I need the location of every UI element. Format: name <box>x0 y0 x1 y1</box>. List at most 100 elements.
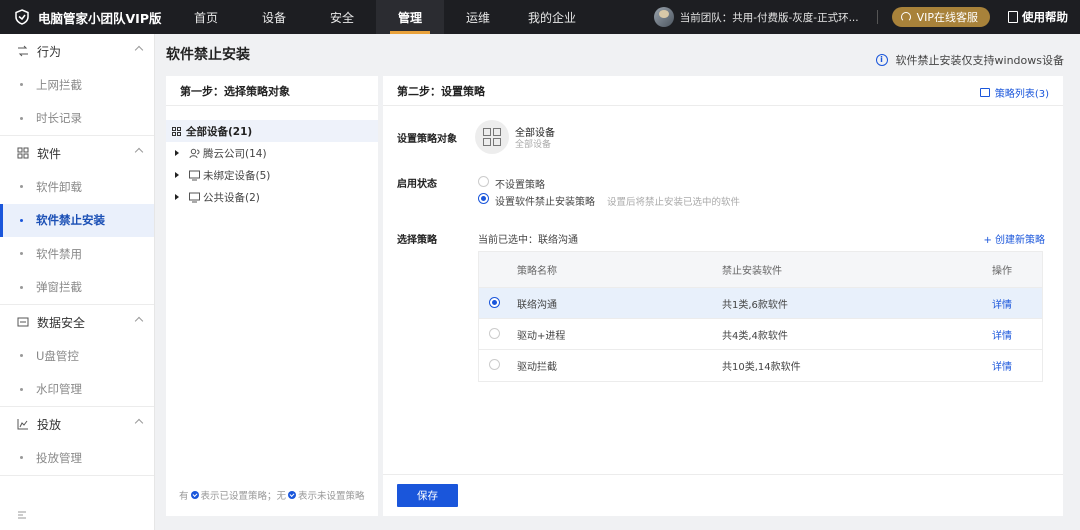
sidebar-item-usb-control[interactable]: U盘管控 <box>0 339 154 373</box>
details-link[interactable]: 详情 <box>992 300 1012 311</box>
sidebar-item-software-disable[interactable]: 软件禁用 <box>0 237 154 271</box>
row-radio[interactable] <box>489 359 500 370</box>
tree-node-public-devices[interactable]: 公共设备(2) <box>166 186 378 208</box>
select-policy-label: 选择策略 <box>397 235 437 246</box>
page-title: 软件禁止安装 <box>166 47 250 63</box>
chevron-up-icon <box>134 316 144 326</box>
legend-text: 表示已设置策略；无 <box>200 491 287 502</box>
header-blocked-software: 禁止安装软件 <box>722 266 782 277</box>
document-icon <box>1008 11 1018 23</box>
chevron-up-icon <box>134 147 144 157</box>
sidebar-item-label: U盘管控 <box>36 348 79 363</box>
app-title: 电脑管家小团队VIP版 <box>38 10 162 26</box>
policy-unset-badge-icon <box>288 491 297 499</box>
legend-text: 表示未设置策略 <box>298 491 365 502</box>
bullet-dot <box>20 218 23 222</box>
current-selection: 当前已选中：联络沟通 <box>478 235 578 246</box>
collapse-sidebar-icon[interactable] <box>17 510 27 520</box>
divider <box>383 474 1063 475</box>
sidebar-group-label: 数据安全 <box>37 315 86 330</box>
blocked-software: 共1类,6款软件 <box>722 299 788 311</box>
policy-legend: 有 表示已设置策略；无 表示未设置策略 <box>179 488 365 502</box>
row-radio[interactable] <box>489 328 500 339</box>
all-devices-grid-icon <box>475 120 509 154</box>
sidebar-item-popup-block[interactable]: 弹窗拦截 <box>0 271 154 305</box>
details-link[interactable]: 详情 <box>992 331 1012 342</box>
sidebar-item-watermark[interactable]: 水印管理 <box>0 373 154 407</box>
sidebar-item-deploy-management[interactable]: 投放管理 <box>0 441 154 475</box>
nav-my-enterprise[interactable]: 我的企业 <box>512 0 592 34</box>
step1-panel: 第一步：选择策略对象 全部设备(21) 腾云公司(14) 未绑定设备(5) 公共… <box>166 76 378 516</box>
create-policy-link[interactable]: + 创建新策略 <box>983 231 1045 246</box>
tree-node-label: 腾云公司(14) <box>203 147 267 160</box>
policy-name: 驱动拦截 <box>517 362 557 373</box>
main-nav: 首页 设备 安全 管理 运维 我的企业 <box>172 0 592 34</box>
expand-arrow-icon[interactable] <box>175 194 179 200</box>
nav-devices[interactable]: 设备 <box>240 0 308 34</box>
step2-header: 第二步：设置策略 策略列表(3) <box>383 76 1063 106</box>
row-radio[interactable] <box>489 297 500 308</box>
sidebar-item-web-block[interactable]: 上网拦截 <box>0 68 154 102</box>
expand-arrow-icon[interactable] <box>175 172 179 178</box>
help-button[interactable]: 使用帮助 <box>1008 9 1068 25</box>
sidebar-group-behavior[interactable]: 行为 <box>0 34 154 68</box>
vip-support-button[interactable]: VIP在线客服 <box>891 7 990 27</box>
nav-management[interactable]: 管理 <box>376 0 444 34</box>
brand[interactable]: 电脑管家小团队VIP版 <box>0 8 172 27</box>
table-row[interactable]: 联络沟通 共1类,6款软件 详情 <box>479 288 1042 319</box>
sidebar-item-label: 弹窗拦截 <box>36 280 82 295</box>
monitor-icon <box>189 170 200 180</box>
tree-node-unbound-devices[interactable]: 未绑定设备(5) <box>166 164 378 186</box>
sidebar-group-deploy[interactable]: 投放 <box>0 407 154 441</box>
status-label: 启用状态 <box>397 179 437 190</box>
divider <box>876 10 878 24</box>
table-row[interactable]: 驱动拦截 共10类,14款软件 详情 <box>479 350 1042 381</box>
current-team[interactable]: 当前团队：共用-付费版-灰度-正式环... <box>680 10 859 25</box>
radio-no-policy[interactable] <box>478 176 489 187</box>
step2-title: 第二步：设置策略 <box>397 84 485 98</box>
sidebar-group-software[interactable]: 软件 <box>0 136 154 170</box>
radio-set-install-block[interactable] <box>478 193 489 204</box>
option-no-policy[interactable]: 不设置策略 <box>495 176 545 191</box>
bullet-dot <box>20 252 23 256</box>
blocked-software: 共10类,14款软件 <box>722 362 801 373</box>
policy-table: 策略名称 禁止安装软件 操作 联络沟通 共1类,6款软件 详情 驱动+进程 共4… <box>478 251 1043 382</box>
sidebar-item-label: 软件卸载 <box>36 179 82 194</box>
save-button[interactable]: 保存 <box>397 484 458 507</box>
details-link[interactable]: 详情 <box>992 362 1012 373</box>
sidebar-item-label: 时长记录 <box>36 111 82 126</box>
tree-node-company[interactable]: 腾云公司(14) <box>166 142 378 164</box>
sidebar-group-data-security[interactable]: 数据安全 <box>0 305 154 339</box>
windows-only-notice: i 软件禁止安装仅支持windows设备 <box>875 52 1064 68</box>
avatar[interactable] <box>653 7 674 27</box>
bullet-dot <box>20 285 23 289</box>
option-set-install-block[interactable]: 设置软件禁止安装策略 <box>495 193 595 208</box>
policy-list-link[interactable]: 策略列表(3) <box>979 85 1049 100</box>
list-icon <box>979 88 990 97</box>
policy-name: 联络沟通 <box>517 299 557 311</box>
info-icon: i <box>875 54 888 66</box>
sidebar-item-software-install-block[interactable]: 软件禁止安装 <box>0 203 154 237</box>
step2-panel: 第二步：设置策略 策略列表(3) 设置策略对象 全部设备 全部设备 启用状态 不… <box>383 76 1063 516</box>
vip-support-label: VIP在线客服 <box>916 11 978 24</box>
header-actions: 操作 <box>992 266 1012 277</box>
bullet-dot <box>20 83 23 87</box>
nav-security[interactable]: 安全 <box>308 0 376 34</box>
sidebar-item-software-uninstall[interactable]: 软件卸载 <box>0 170 154 204</box>
legend-text: 有 <box>179 491 189 502</box>
sidebar: 行为 上网拦截 时长记录 软件 软件卸载 软件禁止安装 软件禁用 弹窗拦截 数据… <box>0 34 155 530</box>
bullet-dot <box>20 116 23 120</box>
sidebar-group-label: 投放 <box>37 417 62 432</box>
nav-home[interactable]: 首页 <box>172 0 240 34</box>
header-spacer <box>479 252 517 287</box>
nav-operations[interactable]: 运维 <box>444 0 512 34</box>
table-row[interactable]: 驱动+进程 共4类,4款软件 详情 <box>479 319 1042 350</box>
sidebar-item-label: 水印管理 <box>36 382 82 397</box>
sidebar-item-label: 软件禁止安装 <box>36 213 105 228</box>
expand-arrow-icon[interactable] <box>175 150 179 156</box>
tree-root-all-devices[interactable]: 全部设备(21) <box>166 120 378 142</box>
sidebar-item-duration-log[interactable]: 时长记录 <box>0 102 154 136</box>
divider <box>0 474 154 476</box>
target-sub: 全部设备 <box>515 140 552 150</box>
sidebar-item-label: 软件禁用 <box>36 246 82 261</box>
